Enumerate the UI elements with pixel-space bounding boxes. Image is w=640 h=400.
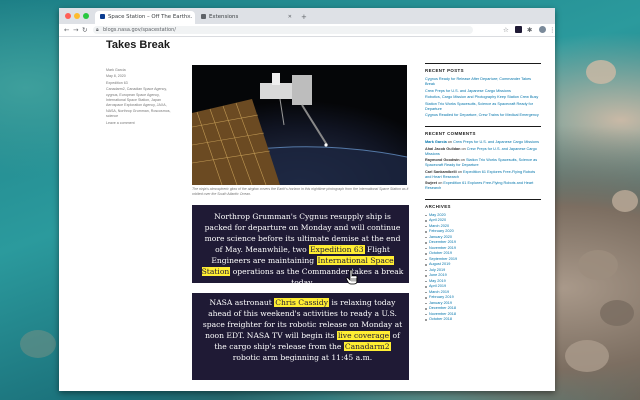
tab-label: Extensions xyxy=(209,14,239,20)
wallpaper-rock xyxy=(565,340,609,372)
address-bar[interactable]: 🔒︎ blogs.nasa.gov/spacestation/ xyxy=(93,26,473,34)
extension-icon[interactable] xyxy=(515,26,522,33)
card-text-segment: operations as the Commander takes a brea… xyxy=(230,267,404,287)
card-text: Northrop Grumman's Cygnus resupply ship … xyxy=(200,211,405,288)
tags-list[interactable]: Canadarm2, Canadian Space Agency, cygnus… xyxy=(106,87,176,119)
browser-toolbar: ← → ↻ 🔒︎ blogs.nasa.gov/spacestation/ ☆ … xyxy=(59,24,555,37)
avatar[interactable] xyxy=(539,26,546,33)
photo-caption: The ninja's atmospheric glow of the airg… xyxy=(192,187,409,196)
wallpaper-rock xyxy=(578,250,618,280)
recent-post-link[interactable]: Robotics, Cargo Mission and Photography … xyxy=(425,95,541,100)
new-tab-button[interactable]: + xyxy=(301,11,307,24)
archive-link[interactable]: October 2018 xyxy=(425,317,541,323)
comment-author: Ahai Jacob Gulidan xyxy=(425,146,461,151)
menu-icon[interactable]: ⋮ xyxy=(549,25,555,35)
recent-post-link[interactable]: Cygnus Readied for Departure, Crew Train… xyxy=(425,113,541,118)
recent-posts-list: Cygnus Ready for Release After Departure… xyxy=(425,77,541,118)
date-link[interactable]: May 8, 2020 xyxy=(106,74,176,79)
category-link[interactable]: Expedition 63 xyxy=(106,81,176,86)
sidebar: RECENT POSTS Cygnus Ready for Release Af… xyxy=(425,63,541,323)
translation-card: Northrop Grumman's Cygnus resupply ship … xyxy=(192,205,409,287)
card-text-segment: NASA astronaut xyxy=(209,298,275,307)
close-tab-icon[interactable]: ✕ xyxy=(187,11,191,24)
archives-list: May 2020 April 2020 March 2020 February … xyxy=(425,213,541,323)
post-meta: Mark Garcia May 8, 2020 Expedition 63 Ca… xyxy=(106,68,176,127)
reload-icon[interactable]: ↻ xyxy=(82,25,87,35)
tab-space-station[interactable]: Space Station – Off The Earth... ✕ xyxy=(95,11,195,24)
highlight-chris-cassidy[interactable]: Chris Cassidy xyxy=(274,298,330,307)
recent-post-link[interactable]: Cygnus Ready for Release After Departure… xyxy=(425,77,541,87)
page-content: Takes Break Mark Garcia May 8, 2020 Expe… xyxy=(59,37,555,391)
highlight-live-coverage[interactable]: live coverage xyxy=(336,331,391,340)
puzzle-icon xyxy=(201,14,206,19)
url-text: blogs.nasa.gov/spacestation/ xyxy=(103,27,176,33)
wallpaper-rock xyxy=(20,330,56,358)
leave-comment-link[interactable]: Leave a comment xyxy=(106,121,176,126)
tab-extensions[interactable]: Extensions ✕ xyxy=(196,11,296,24)
comment-author: Raymond Goodwin xyxy=(425,158,460,163)
maximize-window-button[interactable] xyxy=(83,13,89,19)
recent-comments-heading: RECENT COMMENTS xyxy=(425,126,541,136)
tab-strip: Space Station – Off The Earth... ✕ Exten… xyxy=(59,8,555,24)
recent-comments-list: Mark Garcia on Crew Preps for U.S. and J… xyxy=(425,140,541,191)
highlight-expedition-63[interactable]: Expedition 63 xyxy=(309,245,365,254)
hand-cursor-icon xyxy=(345,269,358,285)
lock-icon: 🔒︎ xyxy=(96,27,99,33)
star-icon[interactable]: ☆ xyxy=(503,25,509,35)
station-photo-svg xyxy=(192,65,407,185)
recent-posts-heading: RECENT POSTS xyxy=(425,63,541,73)
recent-comment: Raymond Goodwin on Station Trio Works Sp… xyxy=(425,158,541,168)
comment-author: Carl Sankamibelli xyxy=(425,169,457,174)
minimize-window-button[interactable] xyxy=(74,13,80,19)
close-window-button[interactable] xyxy=(65,13,71,19)
card-text: NASA astronaut Chris Cassidy is relaxing… xyxy=(200,297,405,363)
recent-post-link[interactable]: Crew Preps for U.S. and Japanese Cargo M… xyxy=(425,89,541,94)
tab-label: Space Station – Off The Earth... xyxy=(108,14,193,20)
recent-comment: Swjeet on Expedition 61 Explores Free-Fl… xyxy=(425,181,541,191)
recent-comment: Mark Garcia on Crew Preps for U.S. and J… xyxy=(425,140,541,145)
translation-card: NASA astronaut Chris Cassidy is relaxing… xyxy=(192,293,409,380)
forward-icon[interactable]: → xyxy=(73,25,78,35)
page-title: Takes Break xyxy=(106,39,171,51)
highlight-canadarm2[interactable]: Canadarm2 xyxy=(343,342,391,351)
wallpaper-rock xyxy=(586,60,616,84)
close-tab-icon[interactable]: ✕ xyxy=(288,11,292,24)
recent-post-link[interactable]: Station Trio Works Spacesuits, Science a… xyxy=(425,102,541,112)
browser-window: Space Station – Off The Earth... ✕ Exten… xyxy=(59,8,555,391)
card-text-segment: robotic arm beginning at 11:45 a.m. xyxy=(232,353,373,362)
archives-heading: ARCHIVES xyxy=(425,198,541,209)
comment-author: Swjeet xyxy=(425,180,438,185)
puzzle-icon[interactable]: ✱ xyxy=(527,25,532,35)
recent-comment: Ahai Jacob Gulidan on Crew Preps for U.S… xyxy=(425,147,541,157)
wallpaper-rock xyxy=(612,190,638,212)
station-photo xyxy=(192,65,407,185)
wallpaper-rock xyxy=(600,300,634,326)
recent-comment: Carl Sankamibelli on Expedition 61 Explo… xyxy=(425,170,541,180)
author-link[interactable]: Mark Garcia xyxy=(106,68,176,73)
comment-post-link[interactable]: Crew Preps for U.S. and Japanese Cargo M… xyxy=(453,140,539,144)
comment-author-link[interactable]: Mark Garcia xyxy=(425,140,447,144)
nasa-favicon-icon xyxy=(100,14,105,19)
back-icon[interactable]: ← xyxy=(64,25,69,35)
